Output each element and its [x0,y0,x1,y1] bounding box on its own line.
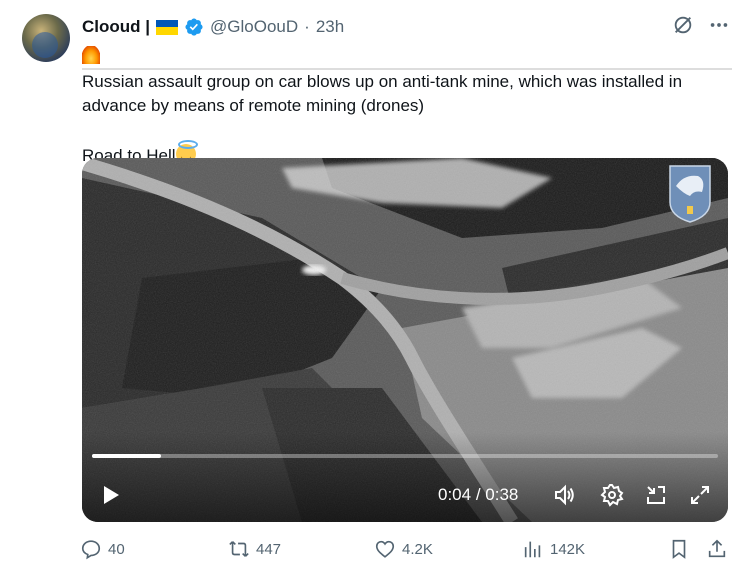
action-bar: 40 447 4.2K 142K [80,538,730,562]
play-icon[interactable] [98,483,122,507]
grok-icon[interactable] [672,14,694,36]
russia-flag-icon [101,47,123,62]
bookmark-button[interactable] [668,538,690,560]
controls-overlay [82,432,728,522]
duration: 0:38 [485,485,519,504]
views-icon [524,541,541,558]
views-button[interactable]: 142K [522,538,585,560]
unit-emblem-icon [669,165,711,223]
tweet-text: Russian assault group on car blows up on… [82,44,732,168]
gear-icon[interactable] [600,483,624,507]
progress-fill [92,454,161,458]
volume-icon[interactable] [552,483,576,507]
heart-icon [375,540,395,558]
reply-count: 40 [108,540,125,558]
tweet-header: Clooud | @GloOouD · 23h [82,16,344,38]
video-player[interactable]: 0:04 / 0:38 [82,158,728,522]
views-count: 142K [550,540,586,558]
reply-icon [81,540,101,560]
top-icons [672,14,730,36]
author-handle[interactable]: @GloOouD [210,17,298,37]
reply-button[interactable]: 40 [80,538,125,560]
time-readout: 0:04 / 0:38 [438,483,518,507]
verified-badge-icon [185,18,203,36]
repost-count: 447 [256,540,282,558]
fullscreen-icon[interactable] [688,483,712,507]
ukraine-flag-icon [156,19,179,35]
time-separator: / [471,485,486,504]
minimize-icon[interactable] [644,483,668,507]
tweet-text-line1: Russian assault group on car blows up on… [82,72,683,115]
repost-button[interactable]: 447 [228,538,281,560]
like-count: 4.2K [402,540,433,558]
progress-bar[interactable] [92,454,718,458]
fire-emoji-icon [82,46,100,64]
bookmark-icon [672,539,686,559]
more-icon[interactable] [708,14,730,36]
timestamp[interactable]: 23h [316,17,344,37]
current-time: 0:04 [438,485,472,504]
separator-dot: · [304,17,310,36]
avatar[interactable] [22,14,70,62]
author-name[interactable]: Clooud | [82,17,150,37]
like-button[interactable]: 4.2K [374,538,433,560]
share-icon [708,539,726,558]
share-button[interactable] [706,538,728,560]
repost-icon [229,541,249,557]
